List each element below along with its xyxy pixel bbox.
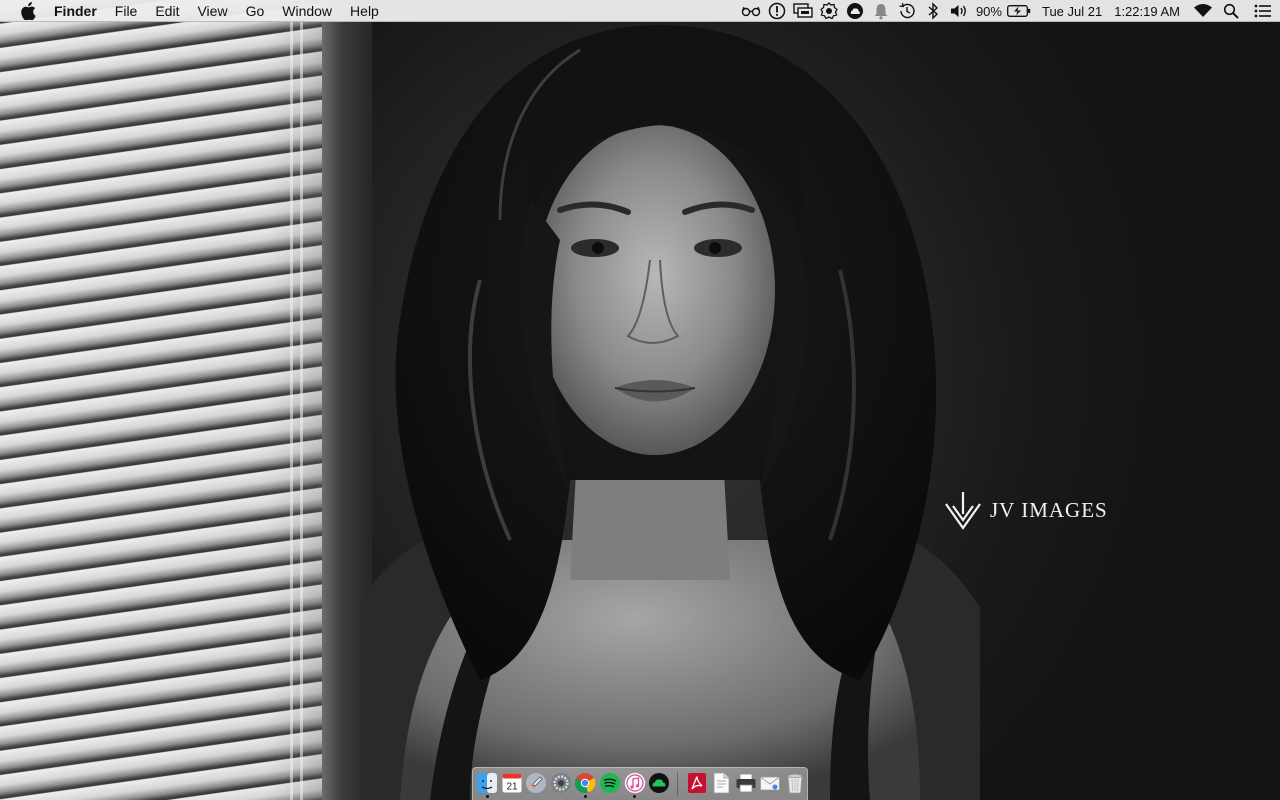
dock-running-indicator	[584, 795, 588, 798]
wallpaper-watermark: JV IMAGES	[944, 488, 1124, 532]
time-machine-icon[interactable]	[894, 0, 920, 22]
calendar-icon: 21	[502, 773, 522, 793]
dock-finder[interactable]	[475, 769, 500, 799]
mail-envelope-icon	[760, 776, 781, 791]
menu-app-finder[interactable]: Finder	[54, 0, 106, 22]
dock-trash[interactable]	[783, 769, 808, 799]
menu-file[interactable]: File	[106, 0, 147, 22]
wifi-icon[interactable]	[1190, 0, 1216, 22]
dock-separator	[677, 772, 679, 796]
dock-acrobat[interactable]	[684, 769, 709, 799]
dock-printer[interactable]	[733, 769, 758, 799]
dock-running-indicator	[486, 795, 489, 798]
watermark-text: JV IMAGES	[990, 497, 1108, 522]
jv-images-logo-icon	[945, 492, 981, 530]
launchpad-rocket-icon	[526, 773, 547, 793]
wallpaper-portrait	[360, 25, 980, 800]
itunes-icon	[624, 772, 645, 794]
bluetooth-icon[interactable]	[920, 0, 946, 22]
battery-charging-icon[interactable]	[1006, 0, 1032, 22]
display-mirror-icon[interactable]	[790, 0, 816, 22]
desktop-wallpaper: JV IMAGES	[0, 0, 1280, 800]
wallpaper-blind-cord	[290, 0, 293, 800]
dock-launchpad[interactable]	[524, 769, 549, 799]
creative-cloud-icon[interactable]	[842, 0, 868, 22]
document-icon	[713, 772, 730, 794]
dock-running-indicator	[633, 795, 637, 798]
menu-edit[interactable]: Edit	[146, 0, 188, 22]
apple-menu-icon[interactable]	[19, 1, 37, 20]
glasses-icon[interactable]	[738, 0, 764, 22]
green-cloud-icon	[649, 773, 670, 793]
menu-view[interactable]: View	[188, 0, 236, 22]
finder-icon	[477, 773, 498, 793]
dock-mail[interactable]	[758, 769, 783, 799]
menu-help[interactable]: Help	[341, 0, 388, 22]
spotify-icon	[600, 773, 620, 793]
alert-icon[interactable]	[764, 0, 790, 22]
menu-window[interactable]: Window	[273, 0, 341, 22]
menu-bar: Finder File Edit View Go Window Help 90%…	[0, 0, 1280, 22]
dock-cloud-app[interactable]	[647, 769, 672, 799]
notification-bell-icon[interactable]	[868, 0, 894, 22]
notification-center-icon[interactable]	[1246, 0, 1280, 22]
menu-clock-time[interactable]: 1:22:19 AM	[1110, 4, 1190, 19]
calendar-date-text: 21	[506, 782, 518, 793]
chrome-icon	[575, 773, 596, 793]
spotlight-search-icon[interactable]	[1216, 0, 1246, 22]
dock-calendar[interactable]: 21	[500, 769, 525, 799]
wallpaper-window-blinds	[0, 0, 330, 800]
trash-icon	[787, 774, 803, 794]
gear-badge-icon[interactable]	[816, 0, 842, 22]
dock: 21	[472, 767, 808, 800]
dock-spotify[interactable]	[598, 769, 623, 799]
printer-icon	[736, 773, 756, 793]
battery-percent[interactable]: 90%	[972, 4, 1006, 19]
dock-system-preferences[interactable]	[549, 769, 574, 799]
dock-chrome[interactable]	[573, 769, 598, 799]
menu-clock-date[interactable]: Tue Jul 21	[1032, 4, 1110, 19]
status-menus: 90% Tue Jul 21 1:22:19 AM	[738, 0, 1280, 22]
dock-document[interactable]	[709, 769, 734, 799]
dock-itunes[interactable]	[622, 769, 647, 799]
volume-icon[interactable]	[946, 0, 972, 22]
system-preferences-gear-icon	[550, 773, 571, 793]
wallpaper-blind-cord	[300, 0, 303, 800]
acrobat-icon	[687, 773, 706, 793]
menu-go[interactable]: Go	[237, 0, 274, 22]
